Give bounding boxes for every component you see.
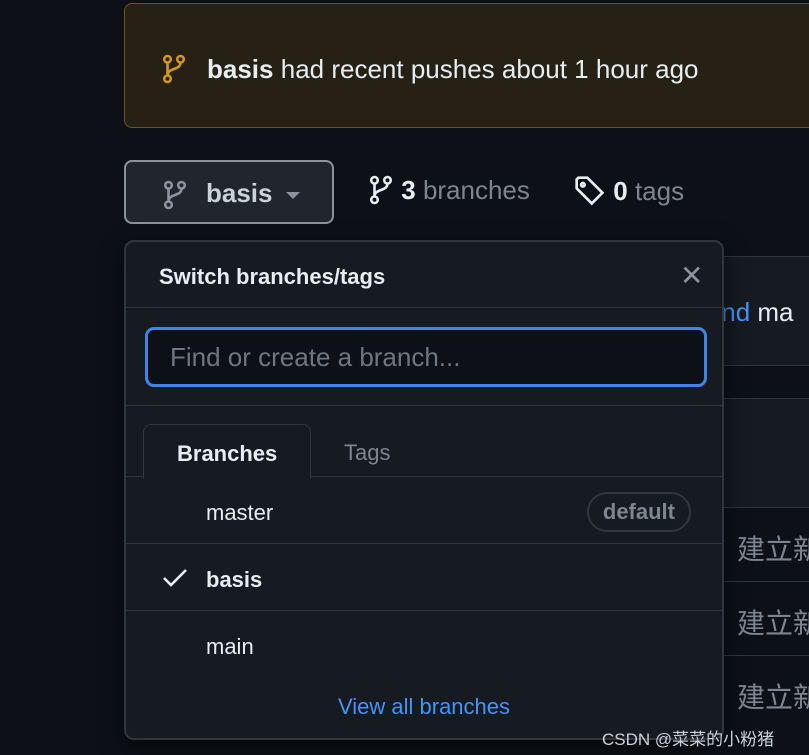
close-icon[interactable]: ✕: [680, 262, 703, 290]
tags-count: 0: [613, 176, 628, 206]
current-branch-label: basis: [206, 178, 273, 208]
branch-search-input[interactable]: [145, 327, 707, 387]
tab-branches[interactable]: Branches: [143, 424, 312, 479]
branch-item-basis[interactable]: basis: [126, 545, 722, 611]
banner-message: had recent pushes about 1 hour ago: [280, 54, 699, 84]
commit-message: 建立新: [737, 682, 809, 713]
branch-name: basis: [206, 567, 263, 592]
branches-label: branches: [422, 175, 530, 205]
recent-push-banner: basis had recent pushes about 1 hour ago: [124, 3, 809, 128]
tags-label: tags: [634, 176, 685, 206]
check-icon: [162, 567, 188, 594]
branch-name: master: [206, 500, 274, 525]
git-branch-icon: [162, 180, 188, 215]
banner-branch[interactable]: basis: [207, 54, 274, 84]
tags-link[interactable]: 0 tags: [574, 175, 684, 207]
partial-text: ma: [757, 297, 794, 327]
branch-item-master[interactable]: master default: [126, 478, 722, 544]
commit-message: 建立新: [737, 534, 809, 565]
branches-link[interactable]: 3 branches: [368, 175, 530, 206]
tag-icon: [575, 176, 605, 206]
branch-selector-button[interactable]: basis: [124, 160, 334, 224]
branches-count: 3: [401, 175, 416, 205]
commit-message: 建立新: [737, 608, 809, 639]
branch-item-main[interactable]: main: [126, 612, 722, 678]
git-branch-icon: [161, 54, 187, 89]
watermark: CSDN @菜菜的小粉猪: [602, 730, 775, 749]
default-badge: default: [586, 492, 691, 532]
branch-name: main: [206, 634, 254, 659]
view-all-branches-link[interactable]: View all branches: [126, 694, 722, 720]
caret-down-icon: [286, 192, 300, 199]
git-branch-icon: [369, 175, 393, 205]
dropdown-title: Switch branches/tags: [159, 264, 386, 289]
tab-tags[interactable]: Tags: [311, 424, 423, 478]
switch-branches-dropdown: Switch branches/tags ✕ Branches Tags mas…: [124, 240, 724, 740]
